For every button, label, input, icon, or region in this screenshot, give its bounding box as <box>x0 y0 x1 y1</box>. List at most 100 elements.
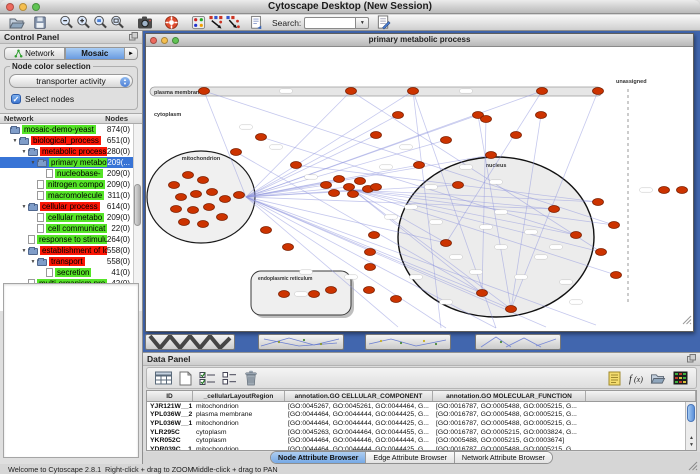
new-attribute-icon[interactable] <box>174 369 196 387</box>
disclosure-triangle-icon[interactable]: ▼ <box>29 160 37 166</box>
graph-node[interactable] <box>391 296 402 303</box>
tree-row[interactable]: ▼biological_process651(0) <box>0 135 142 146</box>
attribute-table-icon[interactable] <box>152 369 174 387</box>
search-go-icon[interactable] <box>375 15 392 30</box>
save-icon[interactable] <box>31 15 48 30</box>
graph-node[interactable] <box>198 177 209 184</box>
graph-node[interactable] <box>393 112 404 119</box>
graph-node[interactable] <box>441 240 452 247</box>
graph-node[interactable] <box>198 221 209 228</box>
tree-row[interactable]: nucleobase-209(0) <box>0 168 142 179</box>
report-icon[interactable] <box>247 15 264 30</box>
graph-node[interactable] <box>179 219 190 226</box>
tree-row[interactable]: ▼cellular process614(0) <box>0 201 142 212</box>
tree-row[interactable]: ▼primary metabo209(... <box>0 157 142 168</box>
graph-node[interactable] <box>279 291 290 298</box>
import-attributes-folder-icon[interactable] <box>647 369 669 387</box>
graph-node[interactable] <box>329 190 340 197</box>
table-row[interactable]: YJR121W__1mitochondrion[GO:0045267, GO:0… <box>147 402 696 411</box>
minimized-window[interactable] <box>475 334 561 350</box>
graph-node[interactable] <box>365 249 376 256</box>
graph-node[interactable] <box>283 244 294 251</box>
graph-node[interactable] <box>365 264 376 271</box>
table-row[interactable]: YLR295Ccytoplasm[GO:0045263, GO:0044464,… <box>147 428 696 437</box>
graph-node[interactable] <box>176 194 187 201</box>
table-row[interactable]: YKR052Ccytoplasm[GO:0044464, GO:0044446,… <box>147 436 696 445</box>
select-nodes-checkbox[interactable]: ✓ <box>11 94 21 104</box>
graph-node[interactable] <box>191 191 202 198</box>
tab-network[interactable]: Network <box>4 47 65 60</box>
vizmapper-icon[interactable] <box>190 15 207 30</box>
graph-node[interactable] <box>677 187 688 194</box>
window-titlebar[interactable]: Cytoscape Desktop (New Session) <box>0 0 700 14</box>
table-row[interactable]: YPL036W__1mitochondrion[GO:0044464, GO:0… <box>147 419 696 428</box>
tree-row[interactable]: ▼transport558(0) <box>0 256 142 267</box>
tree-row[interactable]: ▼establishment of lo558(0) <box>0 245 142 256</box>
tree-row[interactable]: cellular metabo209(0) <box>0 212 142 223</box>
tree-row[interactable]: nitrogen compo209(0) <box>0 179 142 190</box>
tree-row[interactable]: mosaic-demo-yeast874(0) <box>0 124 142 135</box>
graph-node[interactable] <box>207 189 218 196</box>
graph-node[interactable] <box>371 132 382 139</box>
disclosure-triangle-icon[interactable]: ▼ <box>20 149 28 155</box>
tree-row[interactable]: cell communicat22(0) <box>0 223 142 234</box>
zoom-selected-icon[interactable] <box>92 15 109 30</box>
snapshot-camera-icon[interactable] <box>136 15 153 30</box>
disclosure-triangle-icon[interactable]: ▼ <box>20 204 28 210</box>
graph-node[interactable] <box>334 176 345 183</box>
more-tabs-arrow-icon[interactable]: ► <box>125 47 138 60</box>
help-lifesaver-icon[interactable] <box>163 15 180 30</box>
graph-node[interactable] <box>369 232 380 239</box>
graph-node[interactable] <box>536 112 547 119</box>
matrix-heatmap-icon[interactable] <box>669 369 691 387</box>
view-resize-grip[interactable] <box>682 312 692 330</box>
tab-node-attribute-browser[interactable]: Node Attribute Browser <box>271 452 366 463</box>
graph-node[interactable] <box>291 162 302 169</box>
minimized-window[interactable] <box>145 334 235 350</box>
graph-node[interactable] <box>659 187 670 194</box>
node-color-dropdown[interactable]: transporter activity ▲▼ <box>9 74 133 88</box>
graph-node[interactable] <box>441 137 452 144</box>
col-cellular-component[interactable]: annotation.GO CELLULAR_COMPONENT <box>285 391 433 401</box>
zoom-out-icon[interactable] <box>58 15 75 30</box>
graph-node[interactable] <box>408 88 419 95</box>
birdseye-view[interactable] <box>3 283 139 458</box>
graph-node[interactable] <box>414 162 425 169</box>
tree-header[interactable]: Network Nodes <box>0 113 142 124</box>
tree-row[interactable]: response to stimulu264(0) <box>0 234 142 245</box>
col-id[interactable]: ID <box>147 391 193 401</box>
graph-node[interactable] <box>609 222 620 229</box>
network-canvas[interactable]: plasma membranecytoplasmmitochondrionnuc… <box>146 47 693 331</box>
graph-node[interactable] <box>477 290 488 297</box>
zoom-fit-icon[interactable] <box>109 15 126 30</box>
graph-node[interactable] <box>611 272 622 279</box>
attribute-table-header[interactable]: ID _cellularLayoutRegion annotation.GO C… <box>147 391 696 402</box>
graph-node[interactable] <box>326 287 337 294</box>
graph-node[interactable] <box>183 172 194 179</box>
annotate-network-icon[interactable] <box>207 15 224 30</box>
graph-node[interactable] <box>199 88 210 95</box>
graph-node[interactable] <box>231 149 242 156</box>
tree-row[interactable]: ▼metabolic process280(0) <box>0 146 142 157</box>
graph-node[interactable] <box>344 184 355 191</box>
unselect-attributes-icon[interactable] <box>218 369 240 387</box>
minimized-window[interactable] <box>258 334 344 350</box>
graph-node[interactable] <box>371 184 382 191</box>
tree-scrollbar-thumb[interactable] <box>134 184 141 226</box>
graph-node[interactable] <box>511 132 522 139</box>
table-row[interactable]: YPL036W__2plasma membrane[GO:0044464, GO… <box>147 411 696 420</box>
delete-attribute-trash-icon[interactable] <box>240 369 262 387</box>
table-scrollbar[interactable]: ▲▼ <box>685 402 696 450</box>
graph-node[interactable] <box>537 88 548 95</box>
graph-node[interactable] <box>309 291 320 298</box>
graph-node[interactable] <box>256 134 267 141</box>
graph-node[interactable] <box>596 249 607 256</box>
search-dropdown-arrow-icon[interactable]: ▼ <box>356 17 369 29</box>
function-builder-icon[interactable]: f(x) <box>625 369 647 387</box>
float-panel-icon[interactable] <box>129 28 138 46</box>
graph-node[interactable] <box>169 182 180 189</box>
graph-node[interactable] <box>171 206 182 213</box>
tree-row[interactable]: secretion41(0) <box>0 267 142 278</box>
col-region[interactable]: _cellularLayoutRegion <box>193 391 285 401</box>
tab-mosaic[interactable]: Mosaic <box>65 47 126 60</box>
